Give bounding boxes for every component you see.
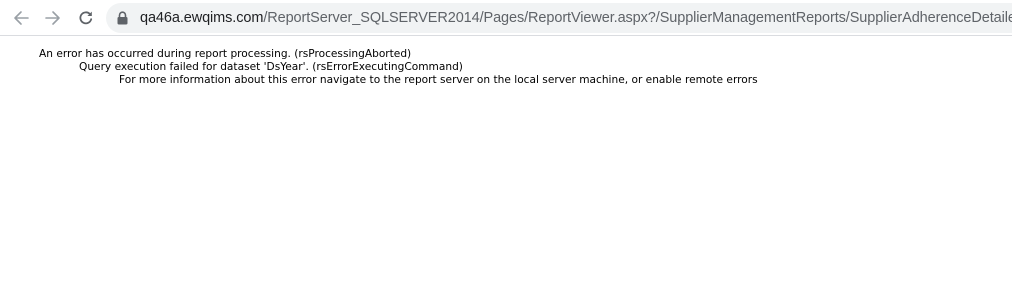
forward-button[interactable] xyxy=(41,6,65,30)
url-host: qa46a.ewqims.com xyxy=(140,10,264,26)
arrow-right-icon xyxy=(45,11,60,25)
address-bar[interactable]: qa46a.ewqims.com/ReportServer_SQLSERVER2… xyxy=(106,3,1012,33)
url-text[interactable]: qa46a.ewqims.com/ReportServer_SQLSERVER2… xyxy=(140,10,1012,26)
lock-icon[interactable] xyxy=(117,11,128,25)
reload-button[interactable] xyxy=(74,6,98,30)
url-path: /ReportServer_SQLSERVER2014/Pages/Report… xyxy=(263,10,1012,26)
back-button[interactable] xyxy=(9,6,33,30)
error-message-more-info: For more information about this error na… xyxy=(119,74,758,86)
error-message-processing-aborted: An error has occurred during report proc… xyxy=(39,48,412,60)
report-viewer-page: An error has occurred during report proc… xyxy=(0,37,1012,285)
arrow-left-icon xyxy=(14,11,29,25)
reload-icon xyxy=(79,11,93,25)
browser-toolbar: qa46a.ewqims.com/ReportServer_SQLSERVER2… xyxy=(0,0,1012,36)
error-message-query-failed: Query execution failed for dataset 'DsYe… xyxy=(79,61,463,73)
